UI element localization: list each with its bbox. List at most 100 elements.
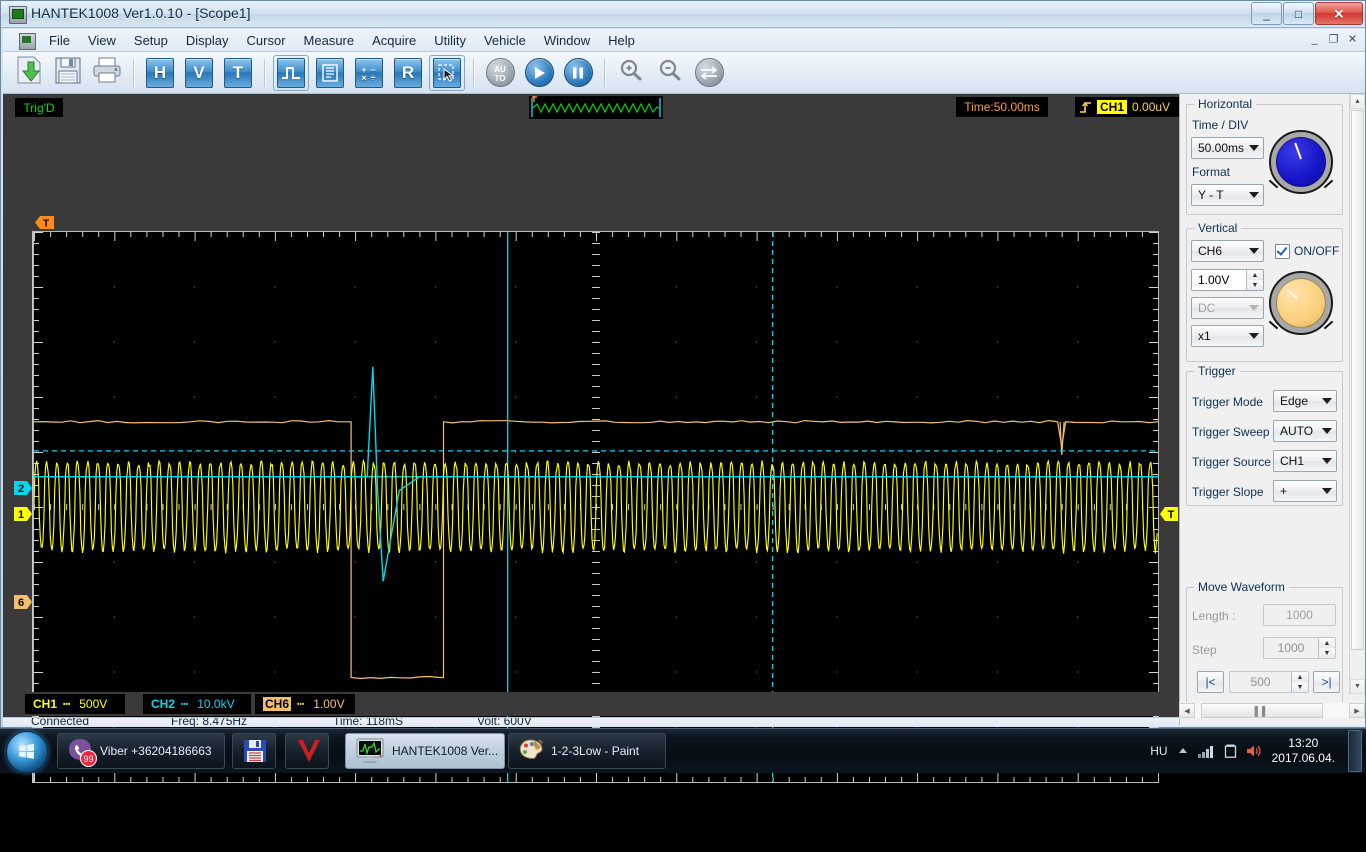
position-stepper-buttons[interactable]: ▲ ▼ [1291, 672, 1308, 692]
time-div-select[interactable]: 50.00ms [1191, 137, 1264, 159]
pause-button[interactable] [560, 55, 596, 91]
auto-icon: AU TO [486, 58, 515, 87]
status-time: Time: 118mS [333, 717, 403, 727]
swap-button[interactable] [691, 55, 727, 91]
step-stepper[interactable]: 1000 ▲ ▼ [1263, 637, 1336, 659]
start-button[interactable] [6, 731, 48, 773]
zoom-out-button[interactable] [652, 55, 688, 91]
auto-button[interactable]: AU TO [482, 55, 518, 91]
reference-button[interactable]: R [390, 55, 426, 91]
trigger-readout: CH1 0.00uV [1075, 97, 1187, 117]
vertical-scroll-thumb[interactable] [1351, 110, 1364, 650]
position-down-icon[interactable]: ▼ [1291, 682, 1308, 692]
channel-chip-ch6[interactable]: CH6 ┅ 1.00V [255, 694, 355, 714]
volts-div-stepper[interactable]: 1.00V ▲ ▼ [1191, 269, 1264, 291]
trigger-button[interactable]: T [220, 55, 256, 91]
minimize-button[interactable]: _ [1251, 2, 1282, 25]
vertical-channel-select[interactable]: CH6 [1191, 240, 1264, 262]
vertical-knob[interactable] [1265, 267, 1337, 339]
channel-onoff-checkbox[interactable] [1275, 244, 1290, 259]
step-down-icon[interactable]: ▼ [1318, 648, 1335, 658]
probe-select[interactable]: x1 [1191, 325, 1264, 347]
trigger-sweep-select[interactable]: AUTO [1273, 420, 1337, 442]
scroll-right-icon[interactable]: ▶ [1349, 703, 1365, 718]
battery-icon[interactable] [1224, 744, 1237, 758]
cursor-select-button[interactable] [429, 55, 465, 91]
trigger-source-label: Trigger Source [1192, 455, 1271, 469]
menu-window[interactable]: Window [535, 30, 599, 51]
menu-bar: File View Setup Display Cursor Measure Acquire… [3, 29, 1365, 52]
scroll-up-icon[interactable]: ▲ [1350, 94, 1365, 109]
run-button[interactable] [521, 55, 557, 91]
format-select[interactable]: Y - T [1191, 184, 1264, 206]
position-up-icon[interactable]: ▲ [1291, 672, 1308, 682]
menu-vehicle[interactable]: Vehicle [475, 30, 535, 51]
menu-measure[interactable]: Measure [295, 30, 364, 51]
mdi-window-controls: _ ❐ ✕ [1306, 32, 1361, 48]
stepper-up-icon[interactable]: ▲ [1246, 270, 1263, 280]
speaker-icon[interactable] [1246, 744, 1263, 758]
coupling-select[interactable]: DC [1191, 297, 1264, 319]
save-button[interactable] [50, 55, 86, 91]
menu-acquire[interactable]: Acquire [363, 30, 425, 51]
menu-cursor[interactable]: Cursor [238, 30, 295, 51]
chevron-up-icon[interactable] [1177, 745, 1189, 757]
step-stepper-buttons[interactable]: ▲ ▼ [1318, 638, 1335, 658]
goto-last-button[interactable]: >| [1313, 671, 1340, 693]
mdi-minimize-button[interactable]: _ [1306, 32, 1323, 48]
math-button[interactable]: + − × ÷ [351, 55, 387, 91]
channel-chip-ch2[interactable]: CH2 ┅ 10.0kV [143, 694, 251, 714]
horizontal-scroll-thumb[interactable]: ▌▌ [1201, 703, 1323, 718]
menu-file[interactable]: File [40, 30, 79, 51]
menu-help[interactable]: Help [599, 30, 644, 51]
taskbar-floppy-app[interactable] [232, 733, 276, 769]
mdi-restore-button[interactable]: ❐ [1325, 32, 1342, 48]
vertical-button[interactable]: V [181, 55, 217, 91]
menu-utility[interactable]: Utility [425, 30, 475, 51]
taskbar-paint[interactable]: 1-2-3Low - Paint [508, 733, 666, 769]
toolbar: H V T + − × ÷ R AU TO [3, 52, 1365, 94]
horizontal-group: Horizontal Time / DIV 50.00ms Format Y -… [1186, 104, 1343, 215]
step-up-icon[interactable]: ▲ [1318, 638, 1335, 648]
trigger-mode-select[interactable]: Edge [1273, 390, 1337, 412]
horizontal-button[interactable]: H [142, 55, 178, 91]
scroll-left-icon[interactable]: ◀ [1179, 703, 1195, 718]
taskbar-viber[interactable]: 99 Viber +36204186663 [57, 733, 225, 769]
waveform-button[interactable] [273, 55, 309, 91]
horizontal-knob[interactable] [1265, 126, 1337, 198]
taskbar-clock[interactable]: 13:20 2017.06.04. [1272, 736, 1335, 766]
document-icon[interactable] [19, 33, 36, 50]
show-desktop-button[interactable] [1348, 730, 1362, 772]
channel-chip-ch1[interactable]: CH1 ┅ 500V [25, 694, 125, 714]
zoom-in-button[interactable] [613, 55, 649, 91]
trigger-level-marker[interactable]: T [1159, 506, 1179, 527]
maximize-button[interactable]: □ [1283, 2, 1314, 25]
close-button[interactable]: ✕ [1315, 2, 1363, 25]
measure-list-button[interactable] [312, 55, 348, 91]
trigger-slope-select[interactable]: + [1273, 480, 1337, 502]
mdi-close-button[interactable]: ✕ [1344, 32, 1361, 48]
channel-marker-ch6[interactable]: 6 [13, 594, 33, 615]
open-button[interactable] [11, 55, 47, 91]
goto-first-button[interactable]: |< [1197, 671, 1224, 693]
trigger-source-select[interactable]: CH1 [1273, 450, 1337, 472]
hscroll-track[interactable]: ▌▌ [1195, 703, 1349, 718]
print-button[interactable] [89, 55, 125, 91]
channel-marker-ch1[interactable]: 1 [13, 506, 33, 527]
menu-view[interactable]: View [79, 30, 125, 51]
channel-chip-name: CH2 [151, 697, 175, 711]
language-indicator[interactable]: HU [1150, 744, 1167, 758]
menu-display[interactable]: Display [177, 30, 238, 51]
network-bars-icon[interactable] [1198, 745, 1215, 758]
channel-marker-ch2[interactable]: 2 [13, 480, 33, 501]
stepper-buttons[interactable]: ▲ ▼ [1246, 270, 1263, 290]
panel-horizontal-scrollbar[interactable]: ◀ ▌▌ ▶ [1179, 702, 1365, 719]
waveform-overview[interactable] [529, 96, 663, 119]
menu-setup[interactable]: Setup [125, 30, 177, 51]
position-stepper[interactable]: 500 ▲ ▼ [1229, 671, 1309, 693]
panel-vertical-scrollbar[interactable]: ▲ ▼ [1349, 94, 1365, 694]
scroll-down-icon[interactable]: ▼ [1350, 679, 1365, 694]
taskbar-v-app[interactable] [285, 733, 329, 769]
taskbar-hantek[interactable]: HANTEK1008 Ver... [345, 733, 505, 769]
stepper-down-icon[interactable]: ▼ [1246, 280, 1263, 290]
